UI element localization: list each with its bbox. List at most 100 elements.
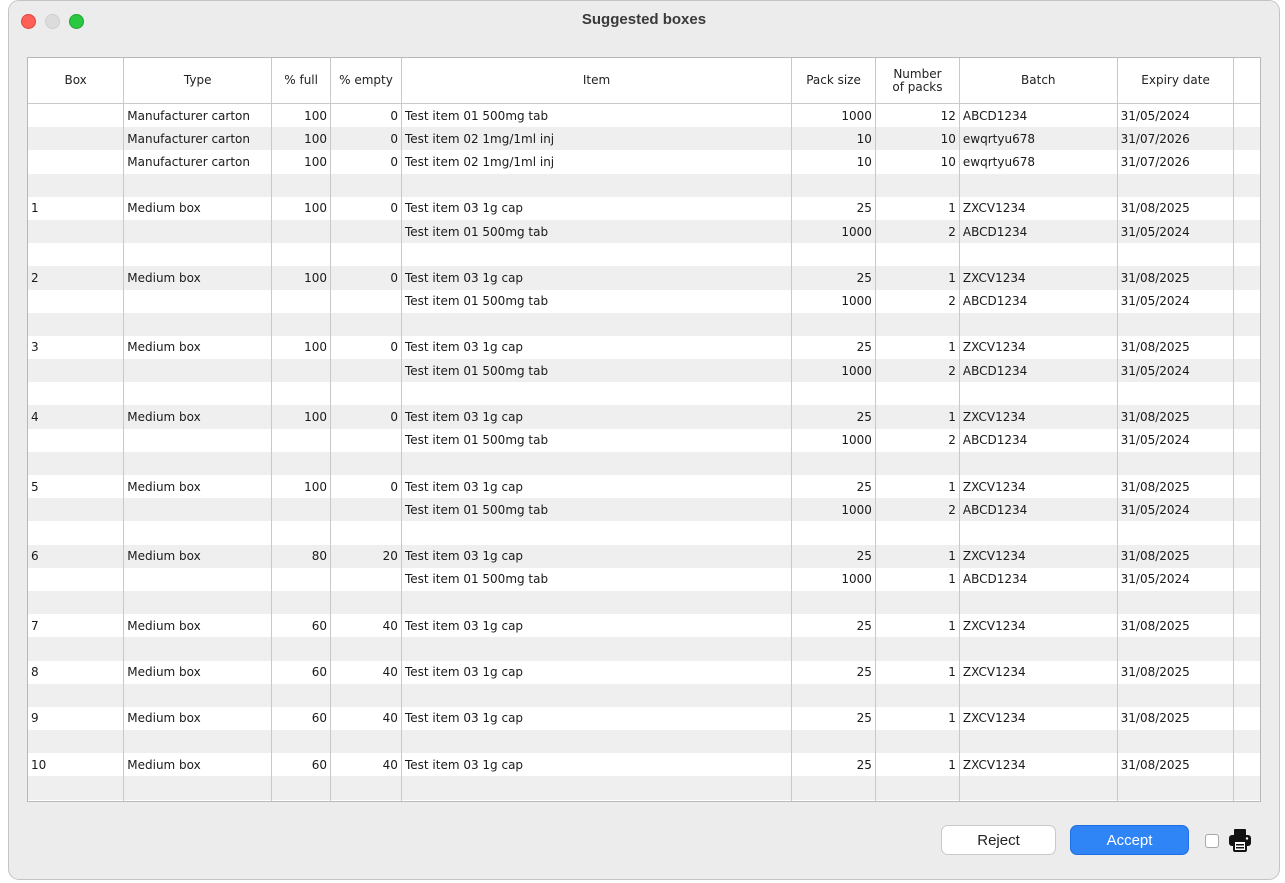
table-row[interactable]: 8 Medium box 60 40 Test item 03 1g cap 25 1 ZXC… — [28, 660, 1260, 684]
table-row[interactable]: Manufacturer carton 100 0 Test item 02 1mg/… — [28, 127, 1260, 151]
reject-button[interactable]: Reject — [941, 825, 1056, 855]
col-pct-full-header[interactable]: % full — [271, 58, 332, 104]
table-row[interactable]: 1 Medium box 100 0 Test item 03 1g cap 25 1 ZXC… — [28, 196, 1260, 220]
pct-empty-cell — [330, 567, 402, 591]
table-row[interactable]: 7 Medium box 60 40 Test item 03 1g cap 25 1 ZXC… — [28, 614, 1260, 638]
table-row[interactable] — [28, 382, 1260, 406]
pct-full-cell: 60 — [271, 614, 332, 638]
printer-icon[interactable] — [1227, 827, 1253, 853]
table-row[interactable]: 6 Medium box 80 20 Test item 03 1g cap 25 1 ZXC… — [28, 544, 1260, 568]
box-cell — [28, 173, 125, 197]
item-cell: Test item 01 500mg tab — [401, 428, 793, 452]
table-row[interactable]: Test item 01 500mg tab 1000 2 ABCD1234 31/05… — [28, 219, 1260, 244]
pack-size-cell — [791, 637, 876, 661]
pct-empty-cell: 0 — [330, 335, 402, 360]
row-filler — [1233, 706, 1260, 731]
table-row[interactable]: Test item 01 500mg tab 1000 2 ABCD1234 31/05… — [28, 359, 1260, 383]
suggested-boxes-table[interactable]: Box Type% full% empty Item Pack size Number … — [27, 57, 1261, 802]
expiry-date-cell: 31/05/2024 — [1117, 428, 1235, 452]
box-cell — [28, 243, 125, 267]
expiry-date-cell: 31/08/2025 — [1117, 266, 1235, 290]
pct-full-cell — [271, 498, 332, 522]
pct-full-cell — [271, 637, 332, 661]
box-cell — [28, 382, 125, 406]
box-cell: 8 — [28, 660, 125, 684]
number-of-packs-cell — [875, 730, 960, 754]
table-row[interactable] — [28, 683, 1260, 707]
expiry-date-cell: 31/08/2025 — [1117, 614, 1235, 638]
batch-cell: ZXCV1234 — [959, 266, 1118, 290]
table-row[interactable] — [28, 243, 1260, 267]
table-row[interactable] — [28, 451, 1260, 475]
table-row[interactable]: 5 Medium box 100 0 Test item 03 1g cap 25 1 ZXC… — [28, 475, 1260, 499]
expiry-date-cell — [1117, 730, 1235, 754]
type-cell — [123, 521, 273, 545]
box-cell: 3 — [28, 335, 125, 360]
batch-cell: ABCD1234 — [959, 498, 1118, 522]
row-filler — [1233, 637, 1260, 661]
pct-full-cell: 60 — [271, 660, 332, 684]
table-row[interactable] — [28, 637, 1260, 661]
table-row[interactable]: Test item 01 500mg tab 1000 2 ABCD1234 31/05… — [28, 289, 1260, 313]
col-expiry-date-header[interactable]: Expiry date — [1117, 58, 1235, 104]
pct-full-cell: 100 — [271, 196, 332, 220]
table-row[interactable] — [28, 173, 1260, 197]
pct-full-cell — [271, 683, 332, 707]
item-cell: Test item 02 1mg/1ml inj — [401, 150, 793, 174]
expiry-date-cell — [1117, 590, 1235, 615]
table-row[interactable]: 10 Medium box 60 40 Test item 03 1g cap 25 1 ZX… — [28, 753, 1260, 777]
pct-full-cell — [271, 382, 332, 406]
table-row[interactable]: Manufacturer carton 100 0 Test item 02 1mg/… — [28, 150, 1260, 174]
accept-button[interactable]: Accept — [1070, 825, 1189, 855]
type-cell — [123, 567, 273, 591]
col-pct-empty-header[interactable]: % empty — [330, 58, 402, 104]
pct-empty-cell: 40 — [330, 660, 402, 684]
col-type-header[interactable]: Type — [123, 58, 273, 104]
row-filler — [1233, 266, 1260, 290]
batch-cell — [959, 382, 1118, 406]
table-row[interactable]: 3 Medium box 100 0 Test item 03 1g cap 25 1 ZXC… — [28, 335, 1260, 360]
pack-size-cell: 25 — [791, 196, 876, 220]
table-row[interactable]: Test item 01 500mg tab 1000 2 ABCD1234 31/05… — [28, 498, 1260, 522]
table-row[interactable] — [28, 312, 1260, 336]
row-filler — [1233, 405, 1260, 429]
pct-full-cell: 60 — [271, 706, 332, 731]
pct-empty-cell — [330, 289, 402, 313]
col-pack-size-header[interactable]: Pack size — [791, 58, 876, 104]
table-row[interactable] — [28, 521, 1260, 545]
pct-full-cell: 100 — [271, 103, 332, 128]
expiry-date-cell: 31/05/2024 — [1117, 289, 1235, 313]
table-row[interactable] — [28, 590, 1260, 615]
table-row[interactable] — [28, 730, 1260, 754]
col-number-of-packs-header[interactable]: Number of packs — [875, 58, 960, 104]
table-row[interactable]: Test item 01 500mg tab 1000 1 ABCD1234 31/05… — [28, 567, 1260, 591]
batch-cell: ABCD1234 — [959, 103, 1118, 128]
table-row[interactable]: Manufacturer carton 100 0 Test item 01 500m… — [28, 103, 1260, 128]
pct-empty-cell: 0 — [330, 127, 402, 151]
type-cell: Medium box — [123, 706, 273, 731]
table-row[interactable]: 9 Medium box 60 40 Test item 03 1g cap 25 1 ZXC… — [28, 706, 1260, 731]
type-cell: Medium box — [123, 335, 273, 360]
type-cell — [123, 498, 273, 522]
item-cell: Test item 01 500mg tab — [401, 219, 793, 244]
print-checkbox[interactable] — [1205, 834, 1219, 848]
col-batch-header[interactable]: Batch — [959, 58, 1118, 104]
type-cell — [123, 730, 273, 754]
row-filler — [1233, 614, 1260, 638]
expiry-date-cell: 31/08/2025 — [1117, 660, 1235, 684]
expiry-date-cell: 31/08/2025 — [1117, 335, 1235, 360]
row-filler — [1233, 335, 1260, 360]
pack-size-cell: 25 — [791, 614, 876, 638]
table-row[interactable]: 4 Medium box 100 0 Test item 03 1g cap 25 1 ZXC… — [28, 405, 1260, 429]
table-row[interactable]: Test item 01 500mg tab 1000 2 ABCD1234 31/05… — [28, 428, 1260, 452]
number-of-packs-cell: 10 — [875, 127, 960, 151]
table-row[interactable] — [28, 776, 1260, 800]
col-box-header[interactable]: Box — [28, 58, 125, 104]
pct-empty-cell — [330, 776, 402, 800]
col-item-header[interactable]: Item — [401, 58, 793, 104]
batch-cell — [959, 637, 1118, 661]
item-cell: Test item 03 1g cap — [401, 266, 793, 290]
type-cell: Medium box — [123, 614, 273, 638]
table-row[interactable]: 2 Medium box 100 0 Test item 03 1g cap 25 1 ZXC… — [28, 266, 1260, 290]
boxes-grid: Box Type% full% empty Item Pack size Number … — [28, 58, 1260, 801]
